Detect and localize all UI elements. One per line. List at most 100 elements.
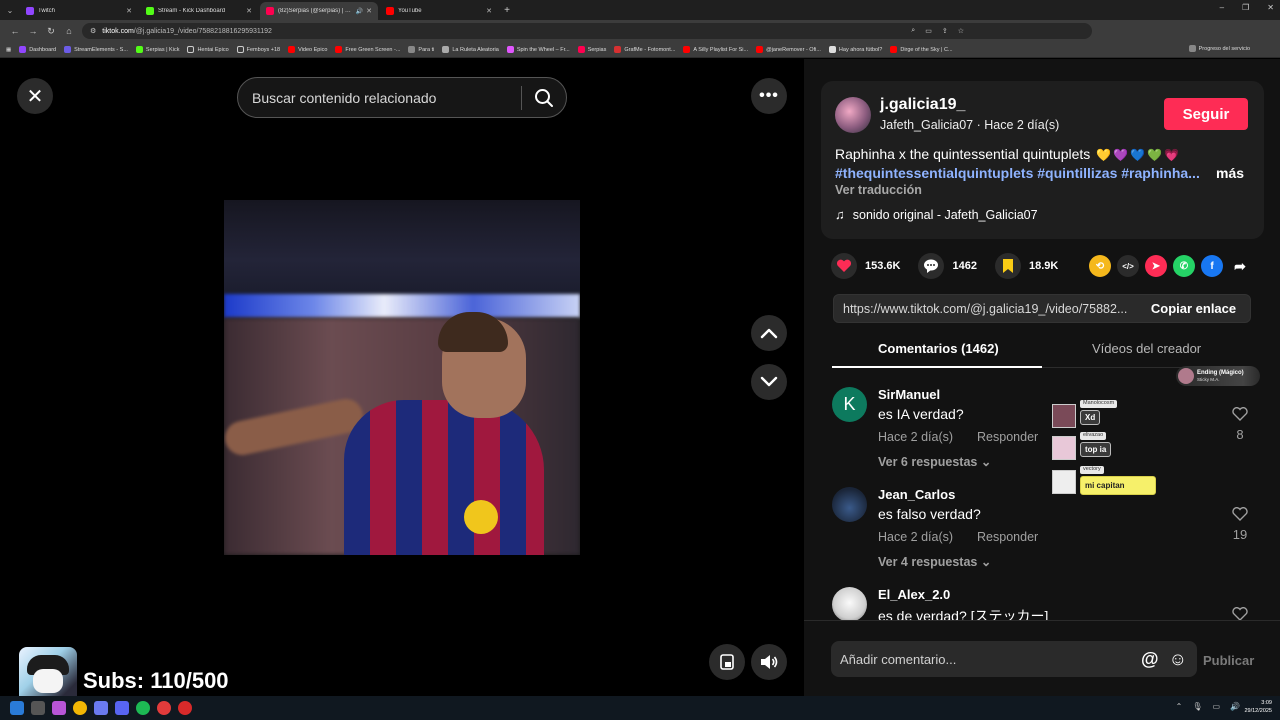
- bookmark-folder[interactable]: Femboys +18: [236, 46, 280, 53]
- network-icon[interactable]: ▭: [1212, 702, 1220, 711]
- share-arrow-icon[interactable]: ➦: [1229, 255, 1251, 277]
- tray-chevron-icon[interactable]: ⌃: [1176, 702, 1183, 711]
- tab-twitch[interactable]: Twitch ✕: [20, 2, 138, 20]
- expand-description-link[interactable]: más: [1216, 165, 1244, 181]
- comment-input[interactable]: Añadir comentario... @ ☺: [831, 641, 1197, 677]
- copy-link-button[interactable]: Copiar enlace: [1137, 301, 1250, 316]
- translate-link[interactable]: Ver traducción: [835, 183, 922, 197]
- follow-button[interactable]: Seguir: [1164, 98, 1248, 130]
- bookmark-item[interactable]: Dirge of the Sky | C...: [890, 46, 953, 53]
- comment-action[interactable]: 1462: [918, 253, 977, 279]
- like-action[interactable]: 153.6K: [831, 253, 900, 279]
- comment-like[interactable]: 8: [1228, 407, 1252, 442]
- volume-button[interactable]: [751, 644, 787, 680]
- app-icon[interactable]: [157, 701, 171, 715]
- tab-kick[interactable]: Stream - Kick Dashboard ✕: [140, 2, 258, 20]
- bookmark-item[interactable]: Para ti: [408, 46, 434, 53]
- apps-icon[interactable]: ▦: [6, 47, 11, 53]
- url-field[interactable]: ⚙ tiktok.com /@j.galicia19_/video/758821…: [82, 23, 1092, 39]
- video-player[interactable]: [224, 200, 580, 555]
- comment-like[interactable]: 19: [1228, 507, 1252, 542]
- tab-search-icon[interactable]: ⌄: [0, 0, 20, 20]
- window-close-icon[interactable]: ✕: [1267, 3, 1274, 12]
- speaker-icon[interactable]: 🔊: [1230, 702, 1240, 711]
- tab-youtube[interactable]: YouTube ✕: [380, 2, 498, 20]
- tab-close-icon[interactable]: ✕: [366, 7, 372, 15]
- new-tab-button[interactable]: +: [500, 5, 514, 16]
- view-replies-button[interactable]: Ver 6 respuestas ⌄: [878, 454, 991, 469]
- creator-avatar[interactable]: [835, 97, 871, 133]
- tab-close-icon[interactable]: ✕: [126, 7, 132, 15]
- next-video-button[interactable]: [751, 364, 787, 400]
- tab-creator-videos[interactable]: Vídeos del creador: [1092, 341, 1201, 356]
- tab-tiktok[interactable]: (82)Serpias (@serpias) | TikTok 🔊 ✕: [260, 2, 378, 20]
- comment-username[interactable]: SirManuel: [878, 387, 940, 402]
- bookmark-item[interactable]: Hay ahora fútbol?: [828, 46, 882, 53]
- bookmark-item[interactable]: GrafMe - Fotomont...: [614, 46, 675, 53]
- reply-button[interactable]: Responder: [977, 530, 1038, 544]
- repost-icon[interactable]: ⟲: [1089, 255, 1111, 277]
- close-video-button[interactable]: ✕: [17, 78, 53, 114]
- whatsapp-icon[interactable]: ✆: [1173, 255, 1195, 277]
- facebook-icon[interactable]: f: [1201, 255, 1223, 277]
- maximize-icon[interactable]: ❐: [1242, 3, 1249, 12]
- embed-code-icon[interactable]: </>: [1117, 255, 1139, 277]
- search-icon[interactable]: [31, 701, 45, 715]
- zoom-icon[interactable]: ⌕: [911, 27, 915, 35]
- start-icon[interactable]: [10, 701, 24, 715]
- microphone-icon[interactable]: 🎙: [1192, 702, 1202, 711]
- bookmark-star-icon[interactable]: ☆: [958, 27, 964, 35]
- home-icon[interactable]: ⌂: [60, 26, 78, 36]
- save-action[interactable]: 18.9K: [994, 253, 1058, 279]
- picture-in-picture-button[interactable]: [709, 644, 745, 680]
- bookmark-item[interactable]: A Silly Playlist For Si...: [683, 46, 748, 53]
- comment-username[interactable]: Jean_Carlos: [878, 487, 955, 502]
- back-icon[interactable]: ←: [6, 26, 24, 36]
- view-replies-button[interactable]: Ver 4 respuestas ⌄: [878, 554, 991, 569]
- creator-username[interactable]: j.galicia19_: [880, 96, 965, 114]
- reply-button[interactable]: Responder: [977, 430, 1038, 444]
- bookmark-item[interactable]: Spin the Wheel – Fr...: [506, 46, 570, 53]
- share-page-icon[interactable]: ⇪: [942, 27, 948, 35]
- emoji-icon[interactable]: ☺: [1169, 649, 1187, 670]
- comment-avatar[interactable]: K: [832, 387, 867, 422]
- send-to-friends-icon[interactable]: ➤: [1145, 255, 1167, 277]
- bookmark-item[interactable]: Dashboard: [19, 46, 56, 53]
- reload-icon[interactable]: ↻: [42, 26, 60, 37]
- obs-icon[interactable]: [178, 701, 192, 715]
- tab-close-icon[interactable]: ✕: [486, 7, 492, 15]
- post-hashtags[interactable]: #thequintessentialquintuplets #quintilli…: [835, 165, 1200, 181]
- tab-comments[interactable]: Comentarios (1462): [878, 341, 999, 356]
- mention-icon[interactable]: @: [1141, 649, 1159, 670]
- more-options-button[interactable]: •••: [751, 78, 787, 114]
- forward-icon[interactable]: →: [24, 26, 42, 36]
- minimize-icon[interactable]: –: [1220, 3, 1224, 12]
- tab-close-icon[interactable]: ✕: [246, 7, 252, 15]
- discord-icon[interactable]: [115, 701, 129, 715]
- bookmark-item[interactable]: Video Epico: [288, 46, 327, 53]
- taskbar-clock[interactable]: 3:09 29/12/2025: [1244, 699, 1272, 715]
- comment-username[interactable]: El_Alex_2.0: [878, 587, 950, 602]
- speaker-icon[interactable]: 🔊: [356, 8, 363, 15]
- bookmark-item[interactable]: La Ruleta Aleatoria: [442, 46, 499, 53]
- publish-button[interactable]: Publicar: [1203, 653, 1254, 668]
- site-info-icon[interactable]: ⚙: [90, 27, 96, 35]
- bookmark-item[interactable]: Free Green Screen -...: [335, 46, 400, 53]
- bookmark-service-progress[interactable]: Progreso del servicio: [1188, 45, 1250, 52]
- app-icon[interactable]: [52, 701, 66, 715]
- comment-avatar[interactable]: [832, 587, 867, 622]
- post-link-field[interactable]: https://www.tiktok.com/@j.galicia19_/vid…: [834, 302, 1137, 316]
- music-link[interactable]: ♫ sonido original - Jafeth_Galicia07: [835, 207, 1038, 222]
- previous-video-button[interactable]: [751, 315, 787, 351]
- bookmark-item[interactable]: Serpias: [577, 46, 606, 53]
- spotify-icon[interactable]: [136, 701, 150, 715]
- related-search-input[interactable]: Buscar contenido relacionado: [237, 77, 567, 118]
- bookmark-folder[interactable]: Hentai Epico: [187, 46, 229, 53]
- bookmark-item[interactable]: StreamElements - S...: [64, 46, 128, 53]
- comment-avatar[interactable]: [832, 487, 867, 522]
- chrome-icon[interactable]: [73, 701, 87, 715]
- app-icon[interactable]: [94, 701, 108, 715]
- bookmark-item[interactable]: @janeRemover - Ofi...: [756, 46, 821, 53]
- bookmark-item[interactable]: Serpias | Kick: [135, 46, 179, 53]
- search-icon[interactable]: [522, 88, 566, 108]
